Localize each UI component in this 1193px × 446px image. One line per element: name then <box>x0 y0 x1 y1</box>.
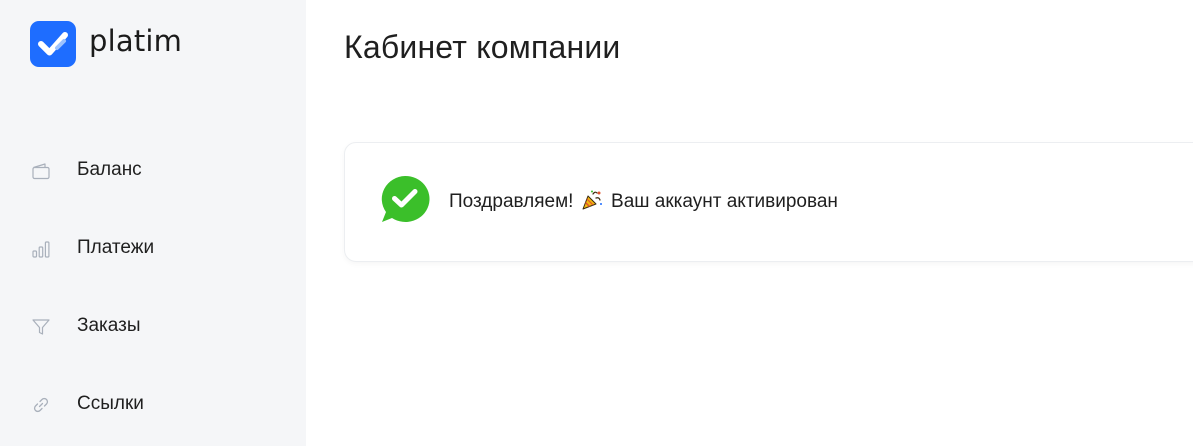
sidebar: platim Баланс Платежи Заказы Ссылки <box>0 0 306 446</box>
notice-text-before: Поздравляем! <box>449 191 574 212</box>
bar-chart-icon <box>32 241 50 258</box>
wallet-icon <box>32 163 50 180</box>
sidebar-item-label: Платежи <box>77 237 155 258</box>
activation-notice: Поздравляем! Ваш аккаунт активирован <box>344 142 1193 262</box>
notice-text-after: Ваш аккаунт активирован <box>611 191 838 212</box>
sidebar-item-balance[interactable]: Баланс <box>0 131 306 209</box>
sidebar-item-orders[interactable]: Заказы <box>0 287 306 365</box>
sidebar-item-payments[interactable]: Платежи <box>0 209 306 287</box>
sidebar-item-label: Заказы <box>77 315 141 336</box>
page-title: Кабинет компании <box>344 29 621 65</box>
sidebar-item-links[interactable]: Ссылки <box>0 365 306 443</box>
link-icon <box>33 397 49 413</box>
brand-name: platim <box>89 23 183 58</box>
party-popper-icon <box>582 190 602 210</box>
sidebar-item-label: Баланс <box>77 159 142 180</box>
platim-logo-icon <box>30 21 76 67</box>
sidebar-item-label: Ссылки <box>77 393 144 414</box>
funnel-icon <box>32 319 50 335</box>
notice-message: Поздравляем! Ваш аккаунт активирован <box>449 189 838 213</box>
main-content: Кабинет компании Поздравляем! Ваш аккаун… <box>306 0 1193 446</box>
app-window: platim Баланс Платежи Заказы Ссылки Каби… <box>0 0 1193 446</box>
logo[interactable]: platim <box>30 21 182 67</box>
success-chat-check-icon <box>381 175 430 222</box>
